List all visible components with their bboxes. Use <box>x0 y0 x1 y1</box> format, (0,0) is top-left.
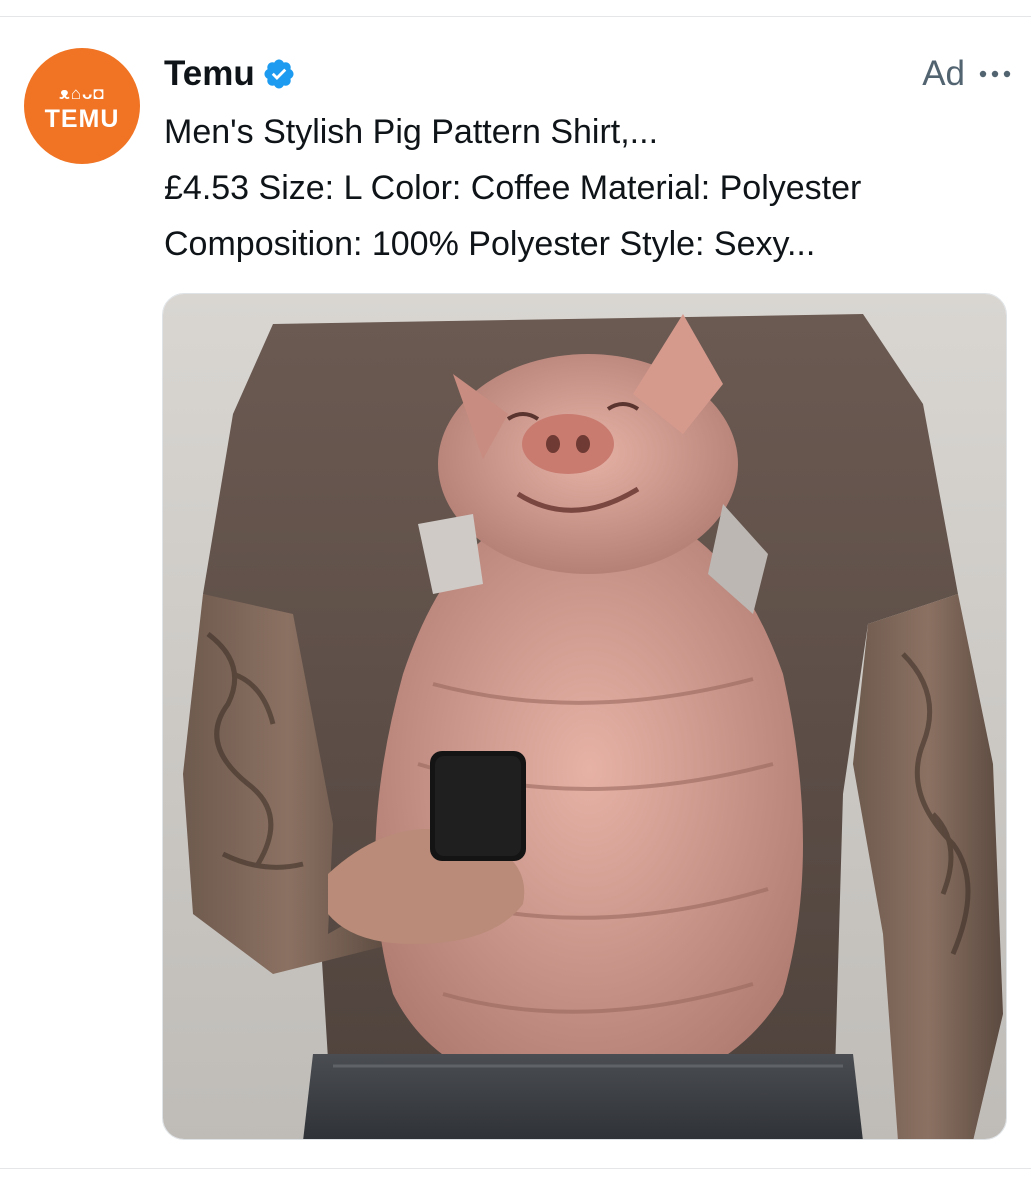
post-top-right: Ad <box>922 48 1015 100</box>
verified-badge-icon <box>262 57 296 91</box>
divider <box>0 16 1031 17</box>
product-title[interactable]: Men's Stylish Pig Pattern Shirt,... <box>164 104 1004 160</box>
ad-label: Ad <box>922 54 965 93</box>
product-photo-illustration <box>163 294 1006 1139</box>
product-description-line1: £4.53 Size: L Color: Coffee Material: Po… <box>164 169 862 207</box>
avatar-logo-text: TEMU <box>44 105 120 133</box>
post-header: Temu <box>164 48 296 100</box>
ad-text: Men's Stylish Pig Pattern Shirt,... £4.5… <box>164 104 1004 272</box>
account-name[interactable]: Temu <box>164 54 255 94</box>
advertiser-avatar[interactable]: ᴥ⌂ᴗ◘ TEMU <box>24 48 140 164</box>
more-options-icon[interactable] <box>975 54 1015 94</box>
product-image[interactable] <box>162 293 1007 1140</box>
product-description-line2: Composition: 100% Polyester Style: Sexy.… <box>164 225 816 263</box>
avatar-glyphs: ᴥ⌂ᴗ◘ <box>59 84 105 103</box>
divider <box>0 1168 1031 1169</box>
ad-post: ᴥ⌂ᴗ◘ TEMU Temu Ad Men's Stylish Pig Patt… <box>0 0 1031 1200</box>
